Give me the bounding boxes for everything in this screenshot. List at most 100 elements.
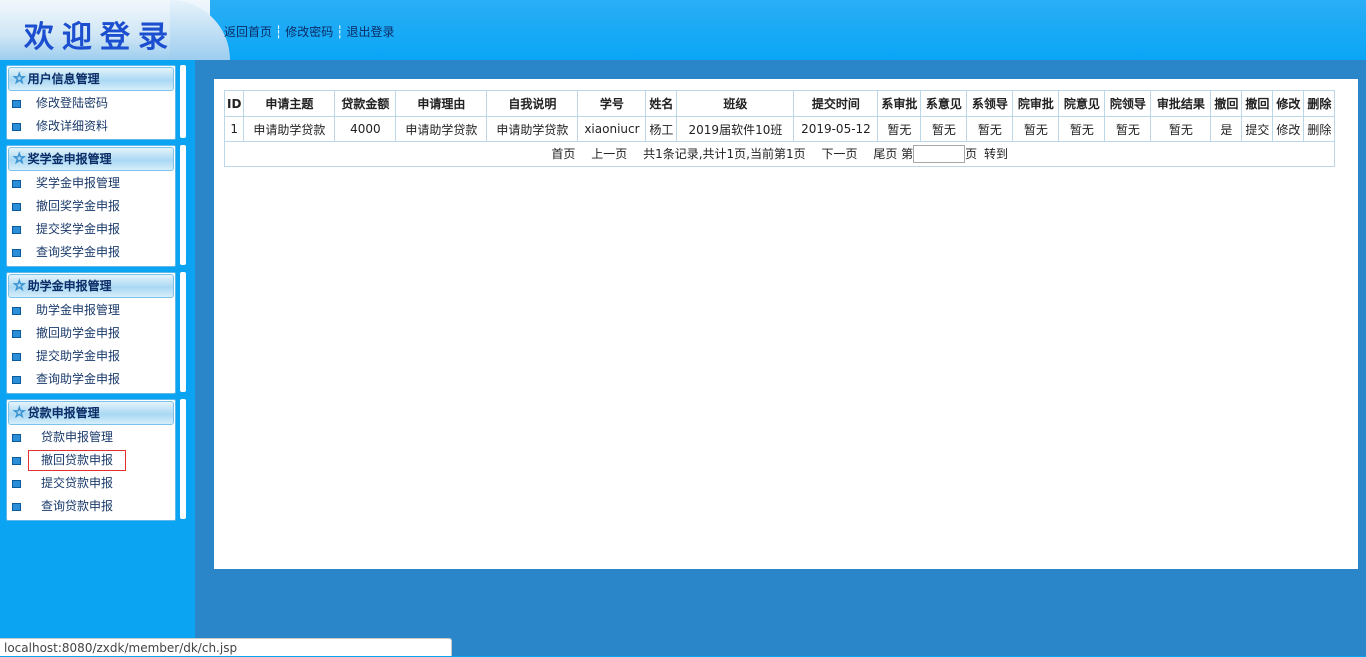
- first-page-link[interactable]: 首页: [551, 147, 575, 161]
- cell-student-id: xiaoniucr: [577, 116, 647, 142]
- logo-area: 欢迎登录: [0, 0, 230, 60]
- menu-item-change-login-password[interactable]: 修改登陆密码: [7, 92, 175, 115]
- panel-title[interactable]: ☆ 用户信息管理: [8, 67, 174, 91]
- nav-separator: ┆: [275, 25, 283, 39]
- col-header: 院意见: [1058, 90, 1106, 117]
- cell-reason: 申请助学贷款: [395, 116, 488, 142]
- col-header: 系意见: [920, 90, 968, 117]
- col-header: 撤回: [1210, 90, 1243, 117]
- menu-item-grant-query[interactable]: 查询助学金申报: [7, 368, 175, 391]
- bullet-icon: [12, 249, 21, 257]
- home-link[interactable]: 返回首页: [224, 25, 272, 39]
- change-password-link[interactable]: 修改密码: [285, 25, 333, 39]
- logout-link[interactable]: 退出登录: [347, 25, 395, 39]
- pager: 首页 上一页 共1条记录,共计1页,当前第1页 下一页 尾页 第 页 转到: [223, 141, 1336, 167]
- menu-item-grant-withdraw[interactable]: 撤回助学金申报: [7, 322, 175, 345]
- col-header: 申请理由: [395, 90, 488, 117]
- star-icon: ☆: [13, 151, 27, 168]
- bullet-icon: [12, 480, 21, 488]
- cell-submit-time: 2019-05-12: [793, 116, 879, 142]
- cell-self-description: 申请助学贷款: [486, 116, 579, 142]
- cell-subject: 申请助学贷款: [243, 116, 336, 142]
- menu-item-loan-submit[interactable]: 提交贷款申报: [7, 472, 175, 495]
- bullet-icon: [12, 307, 21, 315]
- menu-item-grant-manage[interactable]: 助学金申报管理: [7, 299, 175, 322]
- panel-grant: ☆ 助学金申报管理 助学金申报管理 撤回助学金申报 提交助学金申报 查询助学金申报: [6, 272, 176, 394]
- bullet-icon: [12, 353, 21, 361]
- menu-item-scholarship-query[interactable]: 查询奖学金申报: [7, 241, 175, 264]
- page-number-input[interactable]: [913, 145, 966, 164]
- menu-item-edit-profile[interactable]: 修改详细资料: [7, 115, 175, 138]
- col-header: 学号: [577, 90, 647, 117]
- star-icon: ☆: [13, 405, 27, 422]
- pager-row: 首页 上一页 共1条记录,共计1页,当前第1页 下一页 尾页 第 页 转到: [223, 141, 1336, 167]
- cell-dept-opinion: 暂无: [920, 116, 968, 142]
- cell-withdrawn: 是: [1210, 116, 1243, 142]
- menu-item-loan-query[interactable]: 查询贷款申报: [7, 495, 175, 518]
- panel-side-bar: [180, 272, 186, 392]
- edit-link[interactable]: 修改: [1272, 116, 1305, 142]
- cell-id: 1: [223, 116, 245, 142]
- go-button[interactable]: 转到: [984, 147, 1008, 161]
- cell-name: 杨工: [645, 116, 678, 142]
- panel-side-bar: [180, 145, 186, 265]
- col-header: 院审批: [1012, 90, 1060, 117]
- panel-side-bar: [180, 65, 186, 138]
- logo-curve: [170, 0, 230, 60]
- col-header: 系领导: [966, 90, 1014, 117]
- menu-item-grant-submit[interactable]: 提交助学金申报: [7, 345, 175, 368]
- col-header: 院领导: [1104, 90, 1152, 117]
- panel-title[interactable]: ☆ 奖学金申报管理: [8, 147, 174, 171]
- table-row: 1 申请助学贷款 4000 申请助学贷款 申请助学贷款 xiaoniucr 杨工…: [223, 116, 1336, 142]
- star-icon: ☆: [13, 71, 27, 88]
- col-header: 贷款金额: [334, 90, 397, 117]
- menu-item-loan-manage[interactable]: 贷款申报管理: [7, 426, 175, 449]
- cell-dept-leader: 暂无: [966, 116, 1014, 142]
- page-suffix: 页: [965, 146, 978, 161]
- col-header: ID: [223, 90, 245, 117]
- panel-user-info: ☆ 用户信息管理 修改登陆密码 修改详细资料: [6, 65, 176, 140]
- col-header: 删除: [1303, 90, 1336, 117]
- col-header: 申请主题: [243, 90, 336, 117]
- cell-dept-approval: 暂无: [877, 116, 922, 142]
- bullet-icon: [12, 434, 21, 442]
- cell-amount: 4000: [334, 116, 397, 142]
- bullet-icon: [12, 100, 21, 108]
- col-header: 系审批: [877, 90, 922, 117]
- loan-table: ID 申请主题 贷款金额 申请理由 自我说明 学号 姓名 班级 提交时间 系审批…: [223, 90, 1336, 167]
- col-header: 修改: [1272, 90, 1305, 117]
- nav-separator: ┆: [336, 25, 344, 39]
- cell-approval-result: 暂无: [1150, 116, 1212, 142]
- col-header: 班级: [676, 90, 795, 117]
- menu-item-scholarship-submit[interactable]: 提交奖学金申报: [7, 218, 175, 241]
- cell-college-leader: 暂无: [1104, 116, 1152, 142]
- panel-title[interactable]: ☆ 助学金申报管理: [8, 274, 174, 298]
- sidebar: ☆ 用户信息管理 修改登陆密码 修改详细资料 ☆ 奖学金申报管理 奖学金申报管理 撤…: [0, 60, 195, 656]
- col-header: 自我说明: [486, 90, 579, 117]
- panel-title[interactable]: ☆ 贷款申报管理: [8, 401, 174, 425]
- bullet-icon: [12, 457, 21, 465]
- next-page-link[interactable]: 下一页: [821, 147, 857, 161]
- col-header: 审批结果: [1150, 90, 1212, 117]
- menu-item-scholarship-manage[interactable]: 奖学金申报管理: [7, 172, 175, 195]
- header: 欢迎登录 返回首页 ┆ 修改密码 ┆ 退出登录: [0, 0, 1366, 60]
- prev-page-link[interactable]: 上一页: [591, 147, 627, 161]
- page-prefix: 第: [901, 146, 914, 161]
- bullet-icon: [12, 123, 21, 131]
- table-header-row: ID 申请主题 贷款金额 申请理由 自我说明 学号 姓名 班级 提交时间 系审批…: [223, 90, 1336, 117]
- menu-item-loan-withdraw[interactable]: 撤回贷款申报: [7, 449, 175, 472]
- col-header: 提交时间: [793, 90, 879, 117]
- cell-class: 2019届软件10班: [676, 116, 795, 142]
- top-nav: 返回首页 ┆ 修改密码 ┆ 退出登录: [224, 23, 395, 40]
- last-page-link[interactable]: 尾页: [873, 147, 897, 161]
- bullet-icon: [12, 330, 21, 338]
- submit-link[interactable]: 提交: [1241, 116, 1274, 142]
- delete-link[interactable]: 删除: [1303, 116, 1336, 142]
- bullet-icon: [12, 180, 21, 188]
- col-header: 姓名: [645, 90, 678, 117]
- cell-college-approval: 暂无: [1012, 116, 1060, 142]
- menu-item-scholarship-withdraw[interactable]: 撤回奖学金申报: [7, 195, 175, 218]
- col-header: 撤回: [1241, 90, 1274, 117]
- bullet-icon: [12, 503, 21, 511]
- main-content: ID 申请主题 贷款金额 申请理由 自我说明 学号 姓名 班级 提交时间 系审批…: [214, 79, 1358, 569]
